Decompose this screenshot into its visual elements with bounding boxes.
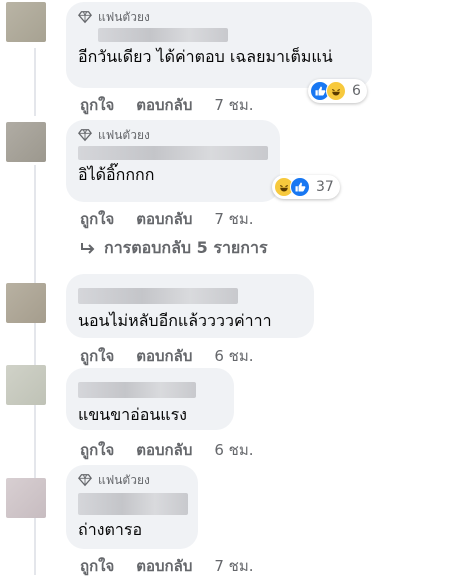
like-reaction-icon xyxy=(290,177,310,197)
diamond-icon xyxy=(78,129,92,142)
haha-reaction-icon xyxy=(326,81,346,101)
like-button[interactable]: ถูกใจ xyxy=(80,344,114,368)
comment-bubble: แฟนตัวยง อีกวันเดียว ได้ค่าตอบ เฉลยมาเต็… xyxy=(66,2,372,88)
badge-label: แฟนตัวยง xyxy=(98,472,150,487)
commenter-name-blurred[interactable] xyxy=(98,28,228,42)
reply-button[interactable]: ตอบกลับ xyxy=(136,554,192,578)
reaction-summary[interactable]: 6 xyxy=(308,79,367,103)
comment-time[interactable]: 7 ชม. xyxy=(214,554,253,578)
reaction-count: 6 xyxy=(352,83,361,99)
avatar[interactable] xyxy=(6,478,46,518)
comment-text: แขนขาอ่อนแรง xyxy=(78,405,187,424)
avatar[interactable] xyxy=(6,283,46,323)
like-button[interactable]: ถูกใจ xyxy=(80,438,114,462)
commenter-name-blurred[interactable] xyxy=(78,146,268,160)
comment-actions: ถูกใจ ตอบกลับ 7 ชม. xyxy=(80,207,254,231)
comment-bubble: แฟนตัวยง อิได้อิ๊กกกก xyxy=(66,120,280,202)
top-fan-badge: แฟนตัวยง xyxy=(78,8,360,26)
comment-bubble: แขนขาอ่อนแรง xyxy=(66,368,234,430)
comment-time[interactable]: 7 ชม. xyxy=(214,207,253,231)
view-replies-label: การตอบกลับ 5 รายการ xyxy=(104,238,268,257)
comment-actions: ถูกใจ ตอบกลับ 6 ชม. xyxy=(80,438,254,462)
comment-bubble: นอนไม่หลับอีกแล้ววววค่าาา xyxy=(66,274,314,338)
reply-arrow-icon xyxy=(81,242,95,254)
diamond-icon xyxy=(78,11,92,24)
comment-time[interactable]: 6 ชม. xyxy=(214,438,253,462)
reply-button[interactable]: ตอบกลับ xyxy=(136,207,192,231)
comment-actions: ถูกใจ ตอบกลับ 6 ชม. xyxy=(80,344,254,368)
top-fan-badge: แฟนตัวยง xyxy=(78,126,268,144)
commenter-name-blurred[interactable] xyxy=(78,288,238,304)
badge-label: แฟนตัวยง xyxy=(98,127,150,142)
avatar[interactable] xyxy=(6,122,46,162)
top-fan-badge: แฟนตัวยง xyxy=(78,471,186,489)
badge-label: แฟนตัวยง xyxy=(98,9,150,24)
commenter-name-blurred[interactable] xyxy=(78,382,196,398)
reply-button[interactable]: ตอบกลับ xyxy=(136,344,192,368)
comment-text: นอนไม่หลับอีกแล้ววววค่าาา xyxy=(78,311,272,330)
reaction-summary[interactable]: 37 xyxy=(272,175,340,199)
comment-actions: ถูกใจ ตอบกลับ 7 ชม. xyxy=(80,554,254,578)
view-replies-link[interactable]: การตอบกลับ 5 รายการ xyxy=(80,236,268,261)
thread-line xyxy=(34,48,36,116)
comment-bubble: แฟนตัวยง ถ่างตารอ xyxy=(66,465,198,549)
avatar[interactable] xyxy=(6,2,46,42)
reply-button[interactable]: ตอบกลับ xyxy=(136,438,192,462)
reply-button[interactable]: ตอบกลับ xyxy=(136,93,192,117)
comment-time[interactable]: 7 ชม. xyxy=(214,93,253,117)
commenter-name-blurred[interactable] xyxy=(78,493,188,515)
comment-text: อีกวันเดียว ได้ค่าตอบ เฉลยมาเต็มแน่ xyxy=(78,47,333,66)
comment-actions: ถูกใจ ตอบกลับ 7 ชม. xyxy=(80,93,254,117)
comment-text: ถ่างตารอ xyxy=(78,520,143,539)
avatar[interactable] xyxy=(6,365,46,405)
like-button[interactable]: ถูกใจ xyxy=(80,93,114,117)
diamond-icon xyxy=(78,474,92,487)
like-button[interactable]: ถูกใจ xyxy=(80,207,114,231)
comment-time[interactable]: 6 ชม. xyxy=(214,344,253,368)
like-button[interactable]: ถูกใจ xyxy=(80,554,114,578)
comment-text: อิได้อิ๊กกกก xyxy=(78,165,155,184)
reaction-count: 37 xyxy=(316,179,334,195)
